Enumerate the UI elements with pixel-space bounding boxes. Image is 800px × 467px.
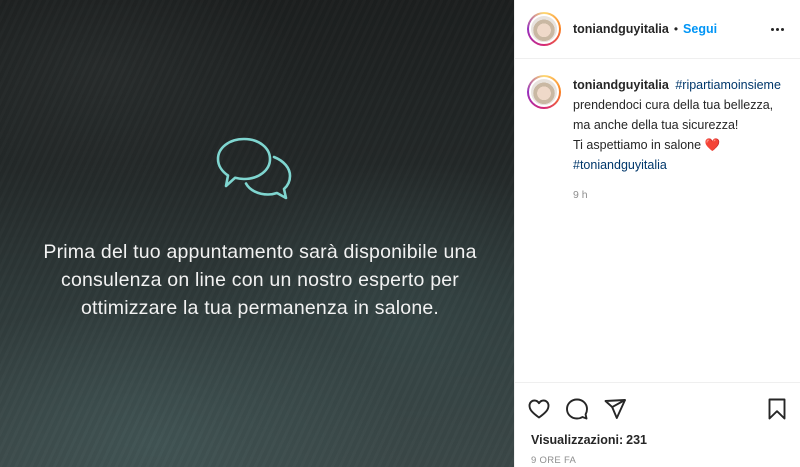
comment-button[interactable] xyxy=(565,397,589,421)
comment-icon xyxy=(566,398,588,420)
views-count: 231 xyxy=(626,433,648,447)
caption-username[interactable]: toniandguyitalia xyxy=(573,78,669,92)
share-button[interactable] xyxy=(603,397,627,421)
bookmark-icon xyxy=(768,398,786,420)
heart-icon xyxy=(528,399,550,419)
caption-line: Ti aspettiamo in salone xyxy=(573,138,702,152)
post-media[interactable]: Prima del tuo appuntamento sarà disponib… xyxy=(0,0,514,467)
hashtag-link[interactable]: #ripartiamoinsieme xyxy=(675,78,781,92)
heart-emoji: ❤️ xyxy=(704,138,721,152)
header-username[interactable]: toniandguyitalia xyxy=(573,22,669,36)
caption-block: toniandguyitalia #ripartiamoinsieme pren… xyxy=(515,59,800,221)
post-header: toniandguyitalia • Segui xyxy=(515,0,800,59)
like-button[interactable] xyxy=(527,397,551,421)
speech-bubbles-icon xyxy=(216,137,292,200)
follow-button[interactable]: Segui xyxy=(683,22,717,36)
caption-avatar[interactable] xyxy=(527,75,561,109)
caption-text: toniandguyitalia #ripartiamoinsieme pren… xyxy=(573,75,788,205)
post-sidebar: toniandguyitalia • Segui toniandguyitali… xyxy=(514,0,800,467)
views-count-row[interactable]: Visualizzazioni: 231 xyxy=(515,433,800,447)
caption-timestamp[interactable]: 9 h xyxy=(573,185,788,205)
profile-picture xyxy=(529,14,559,44)
post-time-ago[interactable]: 9 ORE FA xyxy=(515,455,800,466)
profile-picture xyxy=(529,77,559,107)
avatar[interactable] xyxy=(527,12,561,46)
separator-dot: • xyxy=(673,22,679,36)
action-bar xyxy=(515,389,800,429)
save-button[interactable] xyxy=(765,397,789,421)
direct-share-icon xyxy=(604,399,626,419)
more-options-icon[interactable] xyxy=(771,24,784,35)
post-actions-section: Visualizzazioni: 231 9 ORE FA xyxy=(515,382,800,466)
caption-line: ma anche della tua sicurezza! xyxy=(573,118,739,132)
hashtag-link[interactable]: #toniandguyitalia xyxy=(573,158,667,172)
instagram-post: Prima del tuo appuntamento sarà disponib… xyxy=(0,0,800,467)
caption-line: prendendoci cura della tua bellezza, xyxy=(573,98,774,112)
media-overlay-text: Prima del tuo appuntamento sarà disponib… xyxy=(43,241,477,319)
views-label: Visualizzazioni: xyxy=(531,433,624,447)
